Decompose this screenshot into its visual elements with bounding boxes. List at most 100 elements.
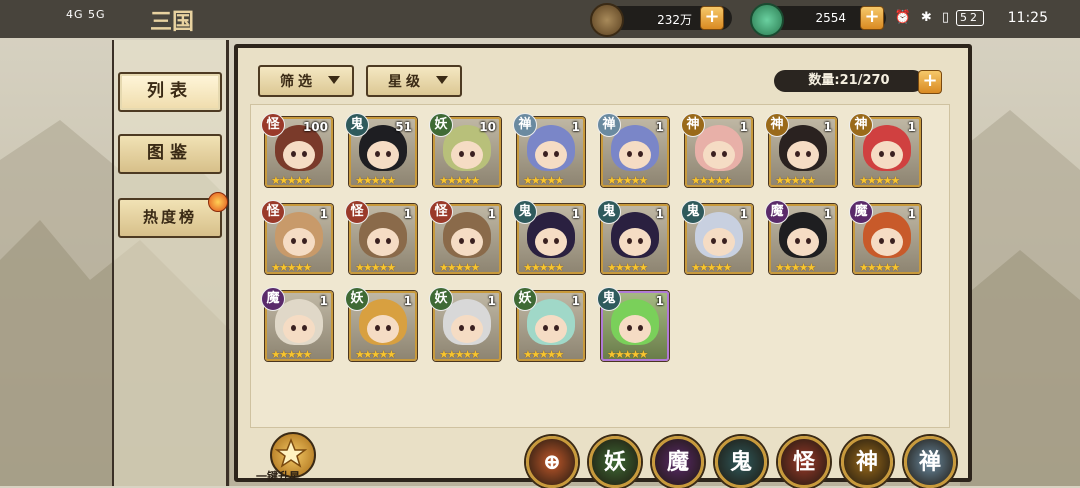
- hero-card[interactable]: 妖 10 ★★★★★: [429, 113, 501, 187]
- hero-card[interactable]: 鬼 1 ★★★★★: [597, 200, 669, 274]
- sidebar-item-codex[interactable]: 图鉴: [118, 134, 222, 174]
- hero-card[interactable]: 鬼 1 ★★★★★: [513, 200, 585, 274]
- faction-badge: 怪: [429, 200, 453, 224]
- hero-card[interactable]: 神 1 ★★★★★: [681, 113, 753, 187]
- hero-eye: [291, 238, 296, 244]
- hero-card[interactable]: 神 1 ★★★★★: [765, 113, 837, 187]
- faction-badge: 神: [681, 113, 705, 137]
- hero-face: [535, 228, 567, 256]
- sidebar-item-list[interactable]: 列表: [118, 72, 222, 112]
- copper-resource: 232万 +: [590, 3, 732, 37]
- star-rating: ★★★★★: [439, 261, 480, 274]
- hero-face: [535, 141, 567, 169]
- hero-eye: [806, 151, 811, 157]
- hero-eye: [386, 151, 391, 157]
- faction-badge: 鬼: [597, 200, 621, 224]
- faction-filter-button[interactable]: 鬼: [715, 436, 767, 488]
- hero-card[interactable]: 怪 100 ★★★★★: [261, 113, 333, 187]
- hero-card[interactable]: 禅 1 ★★★★★: [597, 113, 669, 187]
- hero-level: 1: [571, 294, 580, 308]
- faction-filter-all[interactable]: ⊕: [526, 436, 578, 488]
- hero-card[interactable]: 妖 1 ★★★★★: [513, 287, 585, 361]
- coin-icon: [590, 3, 624, 37]
- sidebar-item-ranking[interactable]: 热度榜: [118, 192, 228, 238]
- faction-badge: 鬼: [681, 200, 705, 224]
- hero-face: [619, 315, 651, 343]
- hero-card[interactable]: 怪 1 ★★★★★: [345, 200, 417, 274]
- hero-eye: [879, 151, 884, 157]
- hero-card[interactable]: 鬼 1 ★★★★★: [681, 200, 753, 274]
- hero-card[interactable]: 神 1 ★★★★★: [849, 113, 921, 187]
- hero-card[interactable]: 鬼 1 ★★★★★: [597, 287, 669, 361]
- hero-card[interactable]: 魔 1 ★★★★★: [765, 200, 837, 274]
- hero-eye: [470, 151, 475, 157]
- hero-card[interactable]: 禅 1 ★★★★★: [513, 113, 585, 187]
- hero-level: 1: [319, 207, 328, 221]
- faction-filter-button[interactable]: 神: [841, 436, 893, 488]
- faction-filter-button[interactable]: 怪: [778, 436, 830, 488]
- add-jade-button[interactable]: +: [860, 6, 884, 30]
- faction-badge: 怪: [261, 113, 285, 137]
- faction-filter-button[interactable]: 魔: [652, 436, 704, 488]
- hero-eye: [711, 238, 716, 244]
- hero-face: [787, 141, 819, 169]
- faction-badge: 禅: [513, 113, 537, 137]
- star-rating: ★★★★★: [607, 348, 648, 361]
- faction-badge: 魔: [765, 200, 789, 224]
- star-rating: ★★★★★: [607, 174, 648, 187]
- star-rating: ★★★★★: [271, 174, 312, 187]
- star-rating: ★★★★★: [355, 261, 396, 274]
- faction-filter-button[interactable]: 妖: [589, 436, 641, 488]
- faction-badge: 妖: [513, 287, 537, 311]
- hero-card[interactable]: 妖 1 ★★★★★: [429, 287, 501, 361]
- hero-eye: [302, 238, 307, 244]
- star-rating: ★★★★★: [775, 174, 816, 187]
- hero-card[interactable]: 鬼 51 ★★★★★: [345, 113, 417, 187]
- star-rating: ★★★★★: [355, 174, 396, 187]
- hero-level: 1: [739, 120, 748, 134]
- hero-face: [787, 228, 819, 256]
- signal-indicator: 4G 5G: [66, 8, 106, 21]
- hero-face: [451, 315, 483, 343]
- hero-eye: [627, 325, 632, 331]
- hero-face: [451, 141, 483, 169]
- faction-filter-button[interactable]: 禅: [904, 436, 956, 488]
- hero-eye: [554, 151, 559, 157]
- hero-eye: [638, 238, 643, 244]
- filter-dropdown[interactable]: 筛选: [258, 65, 354, 97]
- hero-face: [619, 141, 651, 169]
- hero-card[interactable]: 妖 1 ★★★★★: [345, 287, 417, 361]
- faction-badge: 魔: [849, 200, 873, 224]
- hero-eye: [302, 325, 307, 331]
- hero-level: 1: [487, 294, 496, 308]
- faction-badge: 鬼: [513, 200, 537, 224]
- hero-card[interactable]: 怪 1 ★★★★★: [261, 200, 333, 274]
- star-rating: ★★★★★: [607, 261, 648, 274]
- hero-face: [283, 228, 315, 256]
- hero-eye: [543, 151, 548, 157]
- hero-face: [283, 141, 315, 169]
- hero-level: 1: [571, 207, 580, 221]
- hero-level: 1: [319, 294, 328, 308]
- jade-value: 2554: [815, 11, 846, 25]
- star-rating: ★★★★★: [439, 174, 480, 187]
- hero-face: [703, 228, 735, 256]
- faction-badge: 妖: [429, 113, 453, 137]
- hero-eye: [554, 238, 559, 244]
- hero-eye: [470, 325, 475, 331]
- expand-capacity-button[interactable]: +: [918, 70, 942, 94]
- star-rating: ★★★★★: [271, 261, 312, 274]
- star-rating: ★★★★★: [271, 348, 312, 361]
- hero-face: [283, 315, 315, 343]
- add-copper-button[interactable]: +: [700, 6, 724, 30]
- hero-card[interactable]: 怪 1 ★★★★★: [429, 200, 501, 274]
- hero-eye: [711, 151, 716, 157]
- hero-eye: [459, 238, 464, 244]
- hero-eye: [459, 151, 464, 157]
- hero-card[interactable]: 魔 1 ★★★★★: [261, 287, 333, 361]
- hero-card[interactable]: 魔 1 ★★★★★: [849, 200, 921, 274]
- star-dropdown[interactable]: 星级: [366, 65, 462, 97]
- hero-grid: 怪 100 ★★★★★ 鬼 51 ★★★★★ 妖 10 ★★★★★ 禅 1 ★★★★★ 禅 1 ★★★★★ 神…: [250, 104, 950, 428]
- all-factions-icon: ⊕: [542, 449, 562, 475]
- filter-label: 筛选: [280, 74, 316, 90]
